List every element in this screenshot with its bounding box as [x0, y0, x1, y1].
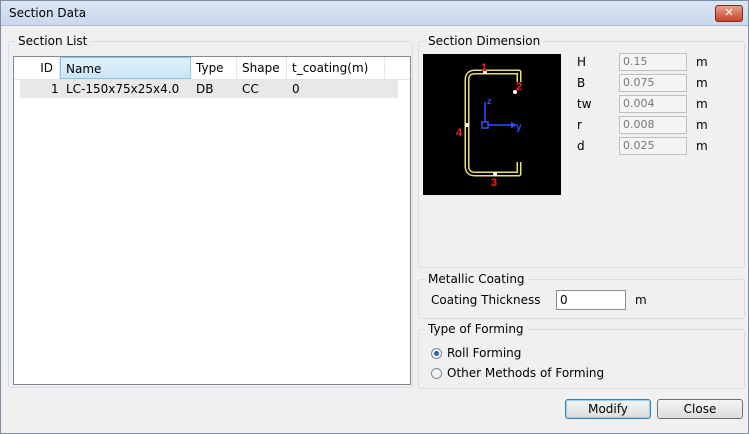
- list-header: ID Name Type Shape t_coating(m): [14, 57, 410, 80]
- close-button[interactable]: Close: [657, 399, 743, 419]
- dim-label-h: H: [577, 55, 587, 69]
- table-row[interactable]: 1 LC-150x75x25x4.0 DB CC 0: [20, 80, 398, 98]
- point-3-marker: [493, 172, 497, 176]
- point-3-label: 3: [491, 177, 497, 189]
- column-header-shape[interactable]: Shape: [237, 57, 287, 79]
- row-id: 1: [51, 82, 59, 96]
- dim-field-d: 0.025: [619, 137, 687, 155]
- section-preview: 1 2 4 3 z y: [423, 54, 561, 195]
- metallic-coating-label: Metallic Coating: [425, 272, 528, 286]
- section-list-view[interactable]: ID Name Type Shape t_coating(m) 1 LC-150…: [13, 56, 411, 385]
- coating-thickness-unit: m: [635, 293, 647, 307]
- z-axis-label: z: [487, 96, 492, 106]
- column-header-t-coating[interactable]: t_coating(m): [287, 57, 385, 79]
- row-t-coating: 0: [292, 82, 300, 96]
- window-close-button[interactable]: ✕: [715, 5, 743, 22]
- column-header-type[interactable]: Type: [191, 57, 237, 79]
- point-4-label: 4: [456, 127, 463, 139]
- dim-label-tw: tw: [577, 97, 592, 111]
- dim-unit-b: m: [696, 76, 708, 90]
- coating-thickness-input[interactable]: 0: [556, 290, 626, 310]
- other-forming-label[interactable]: Other Methods of Forming: [447, 366, 604, 380]
- point-1-label: 1: [481, 62, 487, 74]
- dim-label-r: r: [577, 118, 582, 132]
- point-2-label: 2: [516, 81, 522, 93]
- section-dimension-label: Section Dimension: [425, 34, 544, 48]
- section-data-dialog: Section Data ✕ Section List ID Name Type…: [0, 0, 749, 434]
- column-header-name[interactable]: Name: [60, 57, 191, 79]
- section-list-label: Section List: [15, 34, 91, 48]
- type-of-forming-label: Type of Forming: [425, 322, 527, 336]
- title-bar: Section Data ✕: [1, 1, 748, 26]
- dim-label-b: B: [577, 76, 586, 90]
- dim-field-b: 0.075: [619, 74, 687, 92]
- row-name: LC-150x75x25x4.0: [66, 82, 180, 96]
- point-4-marker: [465, 123, 469, 127]
- other-forming-radio[interactable]: [431, 368, 442, 379]
- modify-button[interactable]: Modify: [565, 399, 651, 419]
- dim-field-h: 0.15: [619, 53, 687, 71]
- dim-field-r: 0.008: [619, 116, 687, 134]
- roll-forming-label[interactable]: Roll Forming: [447, 346, 521, 360]
- origin-marker: [481, 121, 489, 129]
- section-shape-drawing: 1 2 4 3 z y: [456, 62, 522, 189]
- y-axis-label: y: [516, 122, 522, 133]
- window-title: Section Data: [9, 6, 87, 20]
- row-type: DB: [196, 82, 214, 96]
- roll-forming-radio[interactable]: [431, 348, 442, 359]
- column-header-id[interactable]: ID: [14, 57, 60, 79]
- row-shape: CC: [242, 82, 259, 96]
- dim-field-tw: 0.004: [619, 95, 687, 113]
- dim-unit-tw: m: [696, 97, 708, 111]
- dim-unit-h: m: [696, 55, 708, 69]
- dim-unit-r: m: [696, 118, 708, 132]
- dim-label-d: d: [577, 139, 585, 153]
- dim-unit-d: m: [696, 139, 708, 153]
- coating-thickness-label: Coating Thickness: [431, 293, 541, 307]
